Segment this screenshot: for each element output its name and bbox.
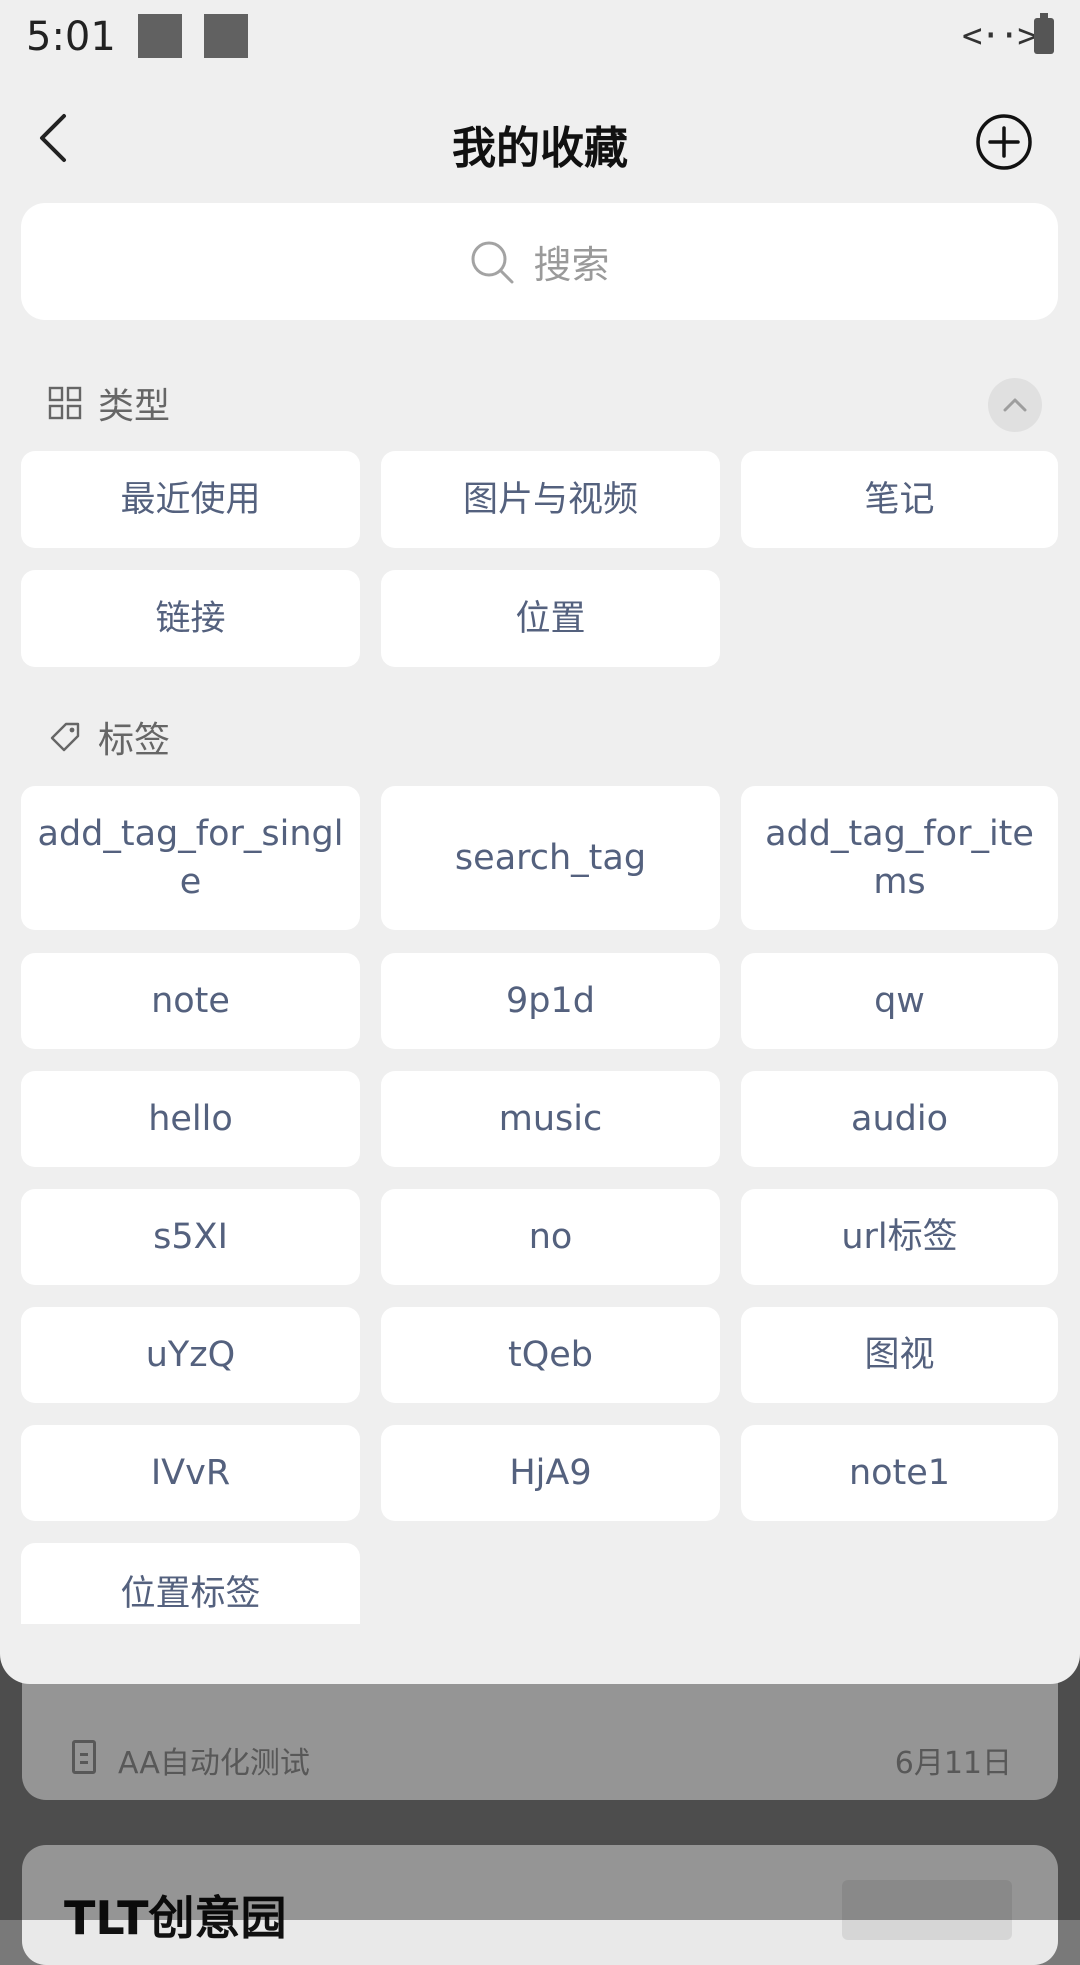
grid-icon [48, 386, 82, 420]
tag-chip[interactable]: qw [741, 953, 1058, 1049]
type-chip[interactable]: 笔记 [741, 451, 1058, 548]
tag-chip[interactable]: IVvR [21, 1425, 360, 1521]
type-chip[interactable]: 最近使用 [21, 451, 360, 548]
notification-icon [204, 14, 248, 58]
page-title: 我的收藏 [452, 123, 628, 174]
tags-section-header: 标签 [48, 712, 170, 762]
tag-chip[interactable]: HjA9 [381, 1425, 720, 1521]
types-section-label: 类型 [98, 386, 171, 427]
type-chip[interactable]: 图片与视频 [381, 451, 720, 548]
tag-chip[interactable]: url标签 [741, 1189, 1058, 1285]
search-placeholder: 搜索 [533, 243, 610, 287]
tag-chip[interactable]: search_tag [381, 786, 720, 930]
status-time: 5:01 [26, 14, 116, 60]
tag-chip[interactable]: 图视 [741, 1307, 1058, 1403]
tag-chip[interactable]: no [381, 1189, 720, 1285]
tag-chip[interactable]: s5XI [21, 1189, 360, 1285]
type-chip[interactable]: 位置 [381, 570, 720, 667]
battery-icon [1034, 13, 1054, 54]
tags-section-label: 标签 [98, 720, 171, 761]
tag-chip[interactable]: tQeb [381, 1307, 720, 1403]
plus-circle-icon [976, 114, 1032, 170]
tag-chip[interactable]: note1 [741, 1425, 1058, 1521]
tag-chip[interactable]: add_tag_for_items [741, 786, 1058, 930]
tag-chip[interactable]: 9p1d [381, 953, 720, 1049]
search-icon [471, 241, 514, 283]
code-icon: <··> [962, 16, 1038, 56]
tag-chip[interactable]: audio [741, 1071, 1058, 1167]
status-bar: 5:01 <··> [0, 0, 1080, 76]
type-chip[interactable]: 链接 [21, 570, 360, 667]
add-button[interactable] [974, 112, 1034, 172]
tag-chip[interactable]: add_tag_for_single [21, 786, 360, 930]
tag-chip[interactable]: note [21, 953, 360, 1049]
search-bar[interactable]: 搜索 [21, 203, 1058, 320]
types-section-header: 类型 [48, 378, 170, 428]
tag-chip[interactable]: music [381, 1071, 720, 1167]
tag-chip[interactable]: hello [21, 1071, 360, 1167]
notification-icon [138, 14, 182, 58]
collapse-button[interactable] [988, 378, 1042, 432]
tag-icon [50, 722, 80, 752]
chevron-up-icon [1003, 398, 1027, 412]
tag-chip[interactable]: 位置标签 [21, 1543, 360, 1624]
tag-chip[interactable]: uYzQ [21, 1307, 360, 1403]
favorites-sheet: 5:01 <··> 我的收藏 搜索 类型 最近使用 图片与视频 笔记 链接 位置… [0, 0, 1080, 1684]
